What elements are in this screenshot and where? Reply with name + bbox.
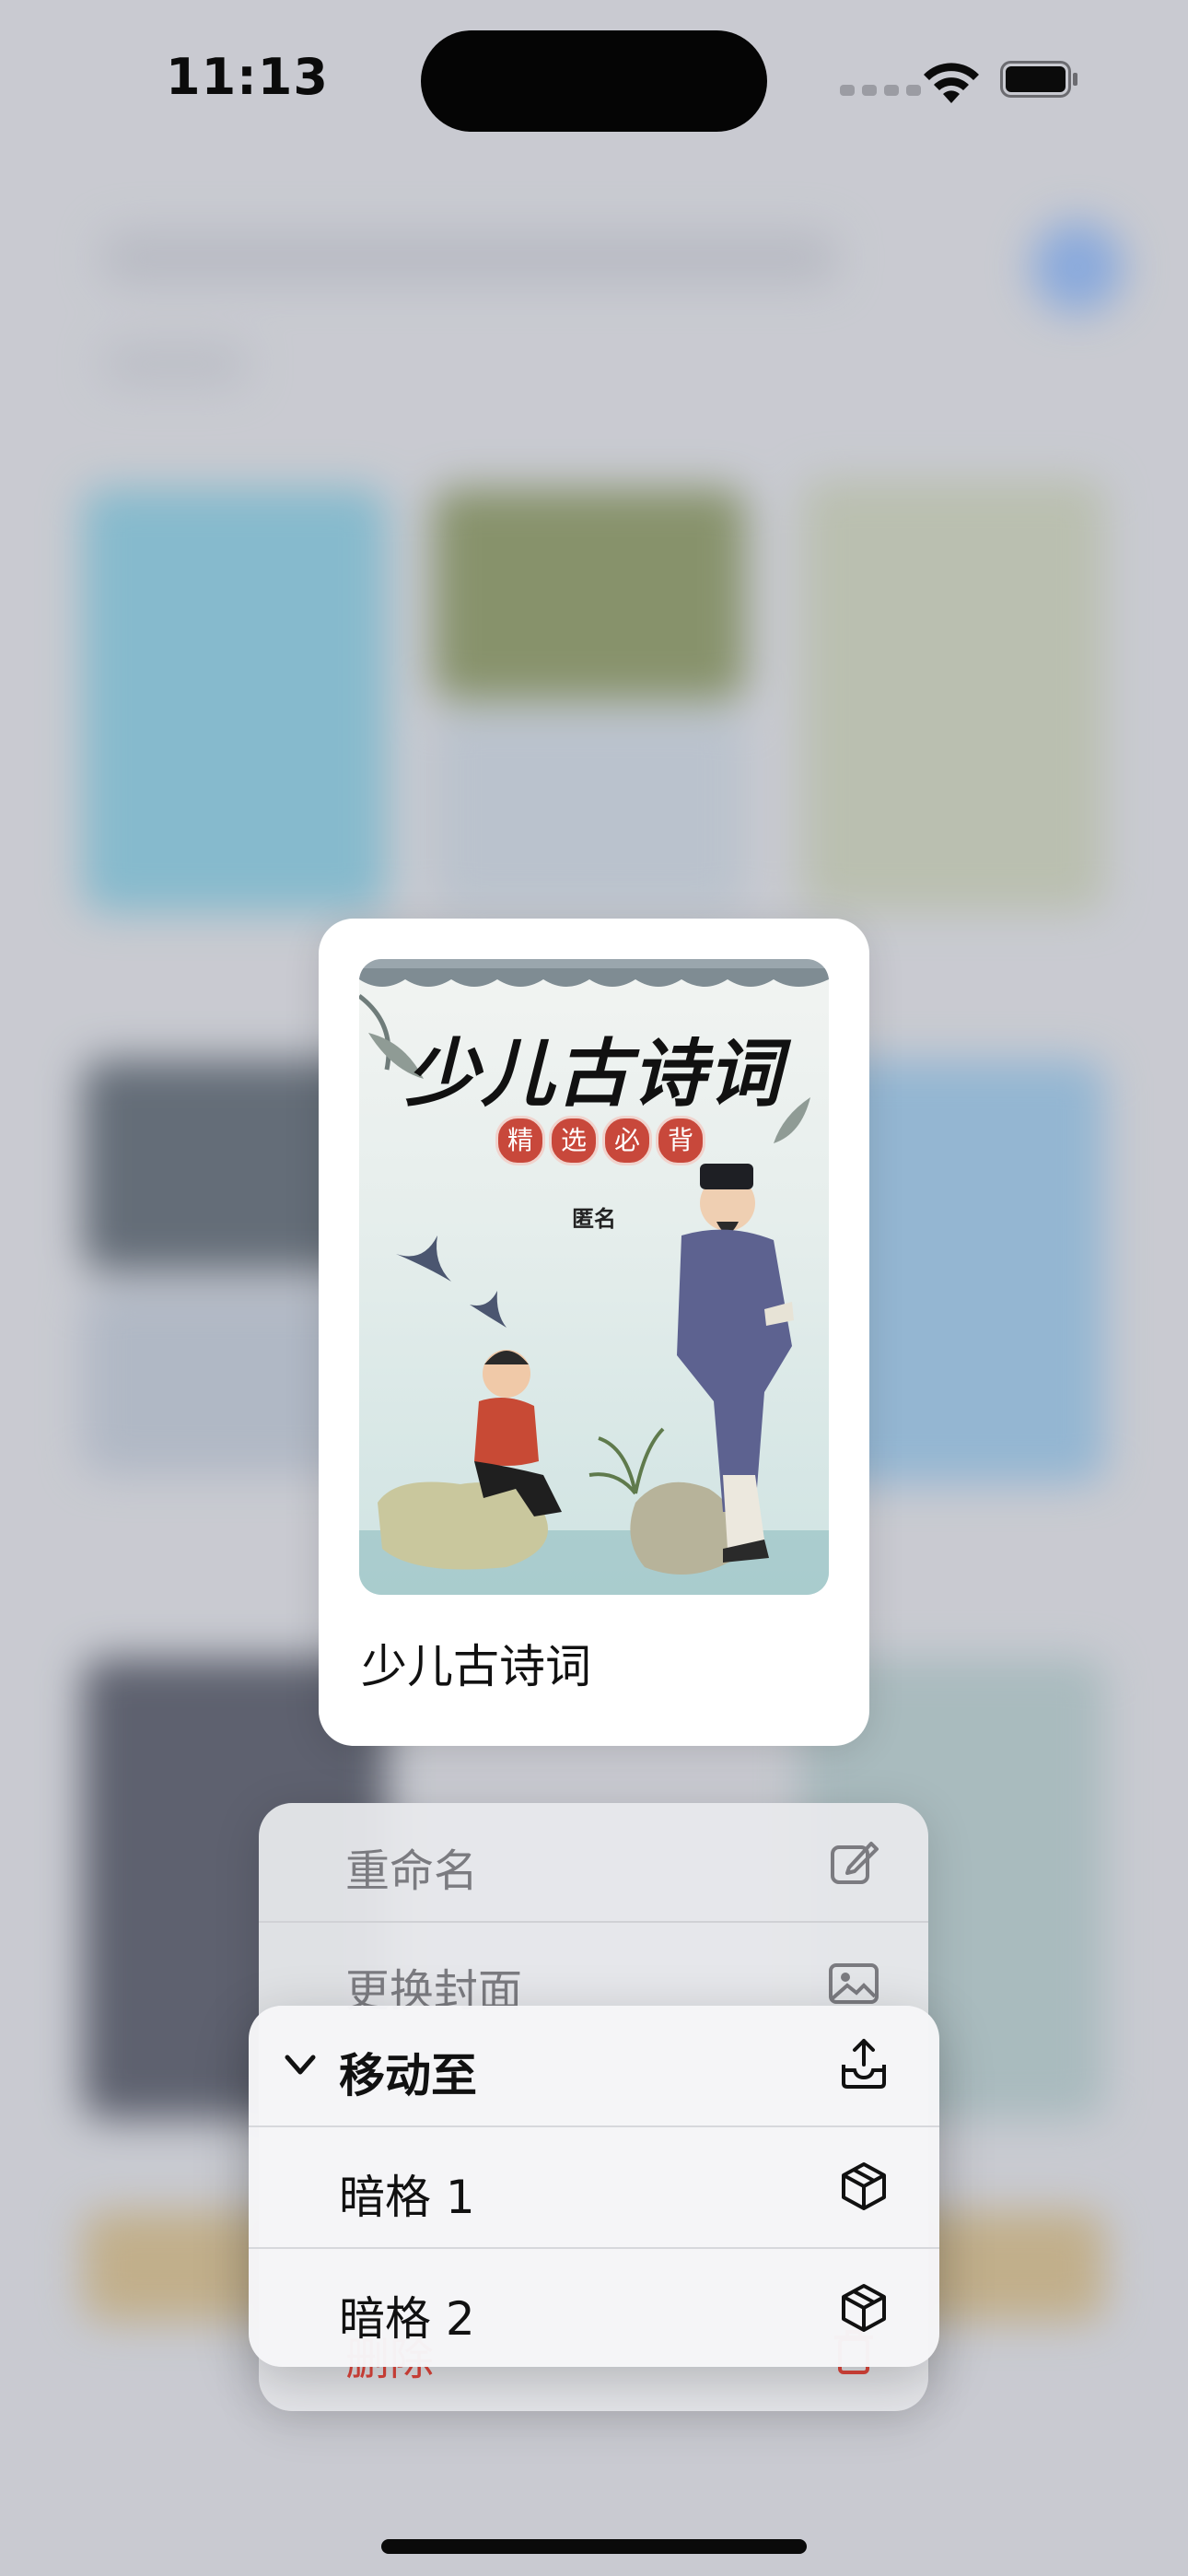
submenu-item-label: 暗格 2 xyxy=(339,2292,475,2346)
edit-icon xyxy=(831,1842,879,1884)
status-time: 11:13 xyxy=(166,48,329,106)
cover-badge: 精 xyxy=(495,1116,545,1165)
book-preview-card[interactable]: 少儿古诗词 精 选 必 背 匿名 少儿古诗词 xyxy=(319,919,869,1746)
menu-item-rename[interactable]: 重命名 xyxy=(259,1803,928,1921)
book-title: 少儿古诗词 xyxy=(361,1640,591,1693)
submenu-item-compartment-1[interactable]: 暗格 1 xyxy=(249,2127,939,2247)
cellular-signal-icon xyxy=(840,85,921,96)
image-icon xyxy=(829,1963,879,2004)
cover-badge: 必 xyxy=(602,1116,652,1165)
menu-item-label: 重命名 xyxy=(345,1845,479,1897)
cube-icon xyxy=(842,2162,886,2210)
submenu-item-compartment-2[interactable]: 暗格 2 xyxy=(249,2249,939,2369)
move-to-submenu: 移动至 暗格 1 暗格 2 xyxy=(249,2006,939,2367)
cover-badge: 背 xyxy=(656,1116,705,1165)
cover-title: 少儿古诗词 xyxy=(405,1030,783,1117)
submenu-header-label: 移动至 xyxy=(339,2049,477,2102)
submenu-item-label: 暗格 1 xyxy=(339,2171,475,2224)
move-out-icon xyxy=(842,2039,886,2089)
status-bar: 11:13 xyxy=(0,0,1188,157)
chevron-down-icon xyxy=(285,2055,316,2075)
cube-icon xyxy=(842,2284,886,2332)
cover-subtitle-badges: 精 选 必 背 xyxy=(495,1116,705,1165)
dynamic-island xyxy=(421,30,767,132)
wifi-icon xyxy=(924,63,979,103)
home-indicator[interactable] xyxy=(381,2539,807,2554)
cover-author: 匿名 xyxy=(572,1205,616,1232)
cover-badge: 选 xyxy=(549,1116,599,1165)
battery-icon xyxy=(1000,61,1077,98)
submenu-header-move-to[interactable]: 移动至 xyxy=(249,2006,939,2125)
book-cover: 少儿古诗词 精 选 必 背 匿名 xyxy=(359,959,829,1595)
